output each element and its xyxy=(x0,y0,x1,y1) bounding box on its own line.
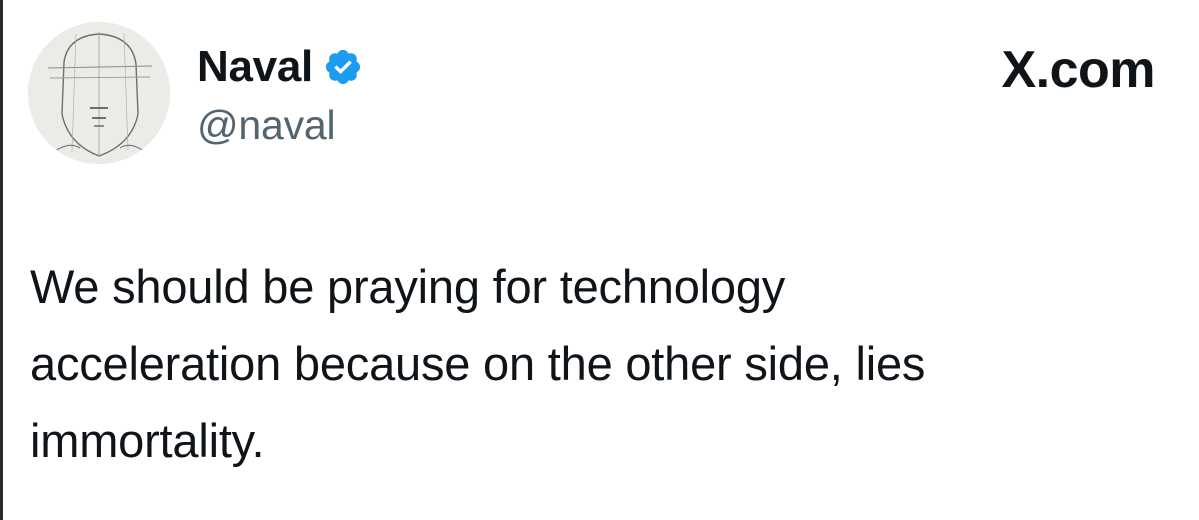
author-name-row[interactable]: Naval xyxy=(197,40,363,94)
author-display-name[interactable]: Naval xyxy=(197,45,313,89)
verified-badge-icon xyxy=(325,49,361,85)
avatar-sketch-image xyxy=(28,22,170,164)
tweet-text-line: We should be praying for technology xyxy=(30,260,786,313)
x-com-brand-label: X.com xyxy=(1001,41,1155,99)
tweet-text-line: acceleration because on the other side, … xyxy=(30,337,926,390)
tweet-text-line: immortality. xyxy=(30,414,265,467)
author-handle[interactable]: @naval xyxy=(197,105,336,146)
left-edge-border xyxy=(0,0,3,520)
tweet-text: We should be praying for technology acce… xyxy=(30,248,1150,479)
avatar[interactable] xyxy=(28,22,170,164)
